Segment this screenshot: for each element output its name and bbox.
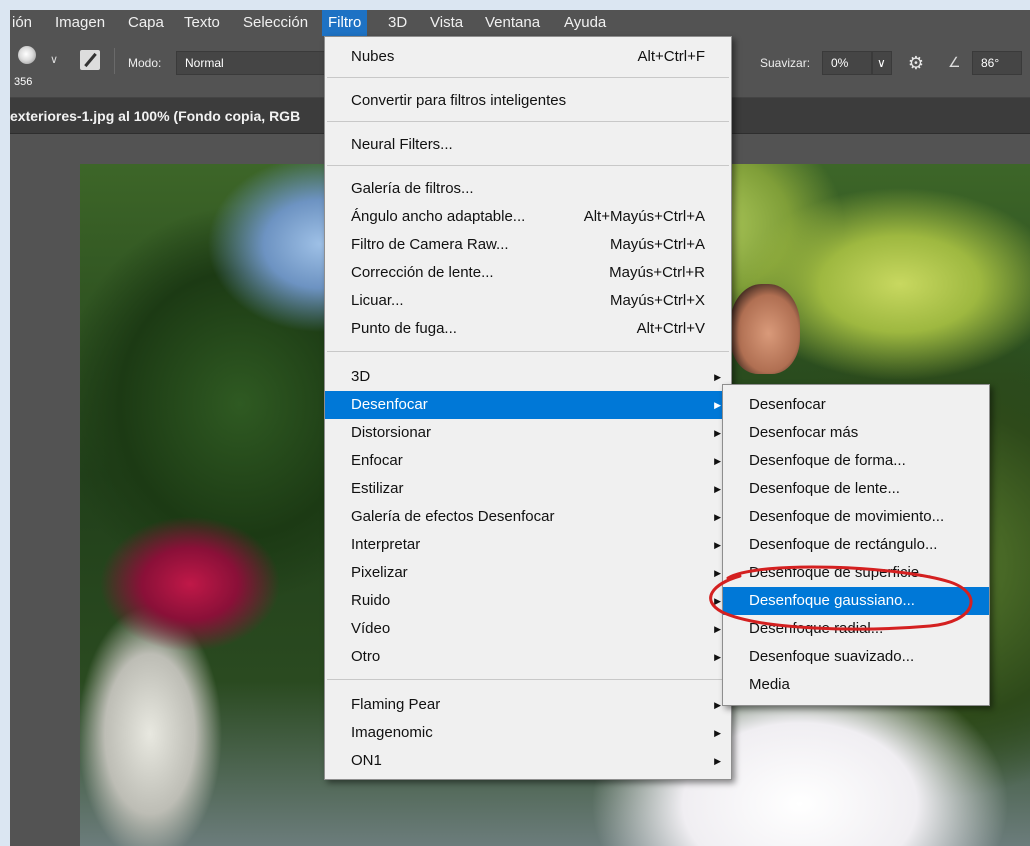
divider xyxy=(114,48,115,74)
submenu-arrow-icon: ▶ xyxy=(714,484,721,494)
submenu-item-desenfocar-mas[interactable]: Desenfocar más xyxy=(723,419,989,447)
submenu-item-desenfoque-forma[interactable]: Desenfoque de forma... xyxy=(723,447,989,475)
submenu-item-desenfoque-rectangulo[interactable]: Desenfoque de rectángulo... xyxy=(723,531,989,559)
mode-label: Modo: xyxy=(128,56,162,70)
submenu-arrow-icon: ▶ xyxy=(714,540,721,550)
submenu-item-desenfoque-lente[interactable]: Desenfoque de lente... xyxy=(723,475,989,503)
angle-icon: ∠ xyxy=(948,54,961,70)
menu-separator xyxy=(327,77,729,78)
submenu-item-desenfoque-suavizado[interactable]: Desenfoque suavizado... xyxy=(723,643,989,671)
menu-item-distorsionar[interactable]: Distorsionar ▶ xyxy=(325,419,731,447)
menu-3d[interactable]: 3D xyxy=(388,10,407,36)
menu-item-enfocar[interactable]: Enfocar ▶ xyxy=(325,447,731,475)
smoothing-label: Suavizar: xyxy=(760,56,811,70)
menu-item-pixelizar[interactable]: Pixelizar ▶ xyxy=(325,559,731,587)
submenu-arrow-icon: ▶ xyxy=(714,400,721,410)
menu-item-otro[interactable]: Otro ▶ xyxy=(325,643,731,671)
submenu-item-desenfocar[interactable]: Desenfocar xyxy=(723,391,989,419)
submenu-arrow-icon: ▶ xyxy=(714,456,721,466)
menu-vista[interactable]: Vista xyxy=(430,10,463,36)
menu-item-imagenomic[interactable]: Imagenomic ▶ xyxy=(325,719,731,747)
smoothing-input[interactable]: 0% xyxy=(822,51,872,75)
submenu-arrow-icon: ▶ xyxy=(714,624,721,634)
menu-separator xyxy=(327,679,729,680)
menu-filtro[interactable]: Filtro xyxy=(322,10,368,36)
menu-item-interpretar[interactable]: Interpretar ▶ xyxy=(325,531,731,559)
angle-input[interactable]: 86° xyxy=(972,51,1022,75)
smoothing-dropdown[interactable]: ∨ xyxy=(872,51,892,75)
mode-value: Normal xyxy=(185,56,224,70)
menu-imagen[interactable]: Imagen xyxy=(55,10,105,36)
brush-settings-icon[interactable] xyxy=(80,50,100,70)
submenu-item-desenfoque-superficie[interactable]: Desenfoque de superficie... xyxy=(723,559,989,587)
menu-separator xyxy=(327,351,729,352)
portrait-subject xyxy=(730,284,800,374)
brush-preset-icon[interactable] xyxy=(18,46,36,64)
angle-value: 86° xyxy=(981,56,1000,70)
menu-item-correccion-lente[interactable]: Corrección de lente... Mayús+Ctrl+R xyxy=(325,259,731,287)
menu-item-convertir-filtros-inteligentes[interactable]: Convertir para filtros inteligentes xyxy=(325,87,731,115)
menu-texto[interactable]: Texto xyxy=(184,10,220,36)
menu-item-ruido[interactable]: Ruido ▶ xyxy=(325,587,731,615)
menu-seleccion[interactable]: Selección xyxy=(243,10,308,36)
menu-ventana[interactable]: Ventana xyxy=(485,10,540,36)
smoothing-value: 0% xyxy=(831,56,849,70)
menu-capa[interactable]: Capa xyxy=(128,10,164,36)
submenu-arrow-icon: ▶ xyxy=(714,428,721,438)
menu-bar: ión Imagen Capa Texto Selección Filtro 3… xyxy=(10,10,1030,36)
menu-item-desenfocar[interactable]: Desenfocar ▶ xyxy=(325,391,731,419)
menu-item-3d[interactable]: 3D ▶ xyxy=(325,363,731,391)
menu-item-estilizar[interactable]: Estilizar ▶ xyxy=(325,475,731,503)
menu-item-galeria-filtros[interactable]: Galería de filtros... xyxy=(325,175,731,203)
menu-item-licuar[interactable]: Licuar... Mayús+Ctrl+X xyxy=(325,287,731,315)
menu-item-video[interactable]: Vídeo ▶ xyxy=(325,615,731,643)
submenu-arrow-icon: ▶ xyxy=(714,372,721,382)
menu-separator xyxy=(327,165,729,166)
menu-separator xyxy=(327,121,729,122)
menu-item-on1[interactable]: ON1 ▶ xyxy=(325,747,731,775)
submenu-item-desenfoque-radial[interactable]: Desenfoque radial... xyxy=(723,615,989,643)
brush-size-value: 356 xyxy=(14,76,33,88)
menu-item-galeria-efectos-desenfocar[interactable]: Galería de efectos Desenfocar ▶ xyxy=(325,503,731,531)
submenu-arrow-icon: ▶ xyxy=(714,728,721,738)
chevron-down-icon: ∨ xyxy=(877,56,886,70)
document-title: exteriores-1.jpg al 100% (Fondo copia, R… xyxy=(10,108,301,124)
gear-icon[interactable]: ⚙ xyxy=(906,53,926,73)
menu-item-camera-raw[interactable]: Filtro de Camera Raw... Mayús+Ctrl+A xyxy=(325,231,731,259)
menu-edicion[interactable]: ión xyxy=(12,10,32,36)
menu-item-nubes[interactable]: Nubes Alt+Ctrl+F xyxy=(325,43,731,71)
mode-select[interactable]: Normal xyxy=(176,51,336,75)
submenu-arrow-icon: ▶ xyxy=(714,756,721,766)
submenu-arrow-icon: ▶ xyxy=(714,652,721,662)
menu-item-neural-filters[interactable]: Neural Filters... xyxy=(325,131,731,159)
menu-item-angulo-ancho[interactable]: Ángulo ancho adaptable... Alt+Mayús+Ctrl+… xyxy=(325,203,731,231)
chevron-down-icon[interactable]: ∨ xyxy=(50,53,58,66)
submenu-item-desenfoque-movimiento[interactable]: Desenfoque de movimiento... xyxy=(723,503,989,531)
submenu-arrow-icon: ▶ xyxy=(714,700,721,710)
submenu-arrow-icon: ▶ xyxy=(714,596,721,606)
menu-item-punto-fuga[interactable]: Punto de fuga... Alt+Ctrl+V xyxy=(325,315,731,343)
submenu-item-media[interactable]: Media xyxy=(723,671,989,699)
submenu-item-desenfoque-gaussiano[interactable]: Desenfoque gaussiano... xyxy=(723,587,989,615)
blur-submenu: Desenfocar Desenfocar más Desenfoque de … xyxy=(722,384,990,706)
filter-menu: Nubes Alt+Ctrl+F Convertir para filtros i… xyxy=(324,36,732,780)
menu-item-flaming-pear[interactable]: Flaming Pear ▶ xyxy=(325,691,731,719)
submenu-arrow-icon: ▶ xyxy=(714,568,721,578)
submenu-arrow-icon: ▶ xyxy=(714,512,721,522)
menu-ayuda[interactable]: Ayuda xyxy=(564,10,606,36)
